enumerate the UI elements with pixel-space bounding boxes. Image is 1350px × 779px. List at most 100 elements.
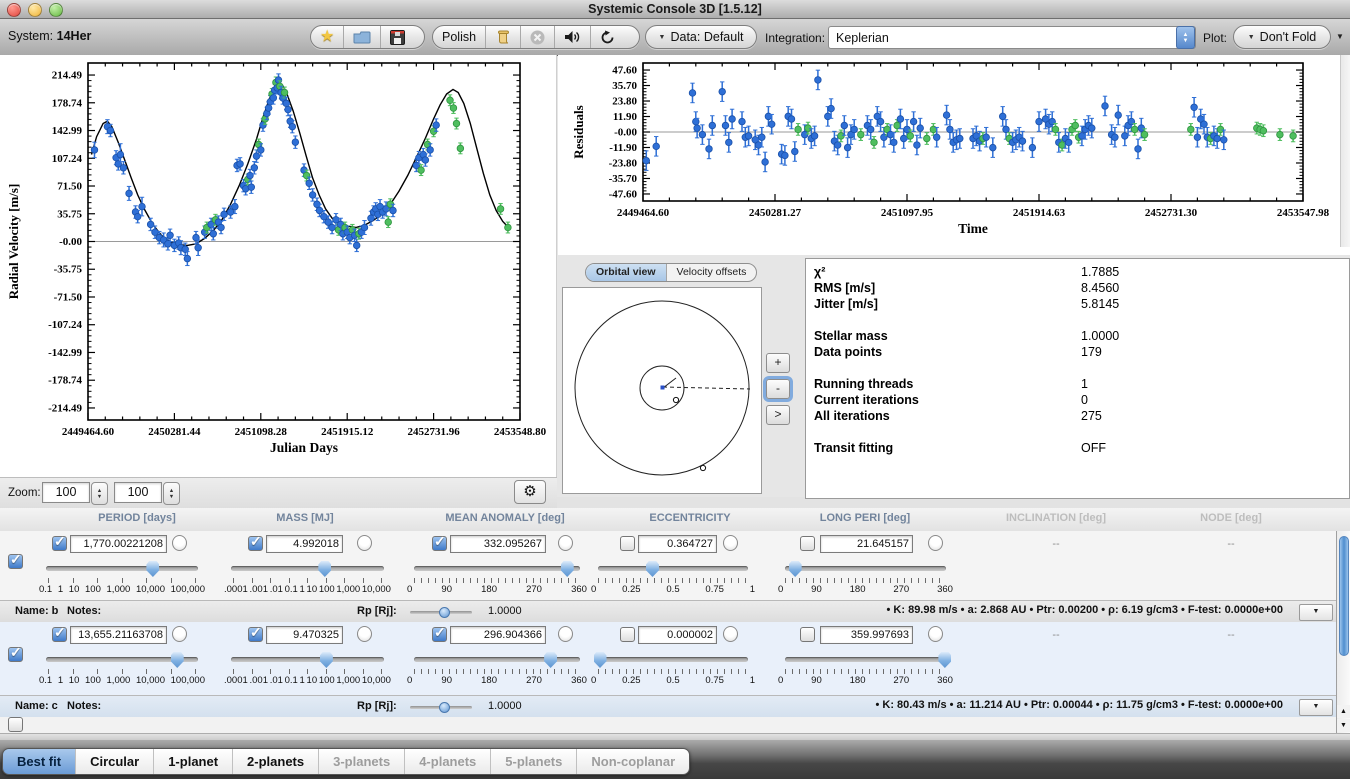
mean_anomaly-slider[interactable]: 090180270360 (414, 560, 580, 596)
slider-thumb[interactable] (561, 561, 574, 577)
mean_anomaly-slider[interactable]: 090180270360 (414, 651, 580, 687)
orbit-step-button[interactable]: > (766, 405, 790, 425)
scroll-up-button[interactable]: ▲ (1336, 705, 1350, 718)
period-minimize-radio[interactable] (172, 535, 187, 551)
mass-value-field[interactable]: 9.470325 (266, 626, 343, 644)
eccentricity-minimize-radio[interactable] (723, 535, 738, 551)
slider-thumb[interactable] (171, 652, 184, 668)
eccentricity-fit-checkbox[interactable] (620, 627, 635, 642)
period-value-field[interactable]: 1,770.00221208 (70, 535, 167, 553)
slider-thumb[interactable] (594, 652, 607, 668)
scroll-down-button[interactable]: ▼ (1336, 719, 1350, 732)
fit-tab-1-planet[interactable]: 1-planet (154, 749, 233, 774)
fit-tab-circular[interactable]: Circular (76, 749, 154, 774)
rp-slider[interactable] (410, 611, 472, 614)
save-button[interactable] (381, 26, 414, 48)
slider-thumb[interactable] (646, 561, 659, 577)
zoom-y-stepper[interactable]: ▲▼ (163, 482, 180, 505)
row-options-dropdown[interactable]: ▼ (1299, 604, 1333, 621)
eccentricity-slider[interactable]: 00.250.50.751 (598, 651, 748, 687)
long_peri-fit-checkbox[interactable] (800, 627, 815, 642)
eccentricity-slider[interactable]: 00.250.50.751 (598, 560, 748, 596)
orbit-tab-orbital-view[interactable]: Orbital view (586, 264, 667, 281)
mean_anomaly-minimize-radio[interactable] (558, 535, 573, 551)
rp-slider[interactable] (410, 706, 472, 709)
mass-slider[interactable]: .0001.001.010.11101001,00010,000 (231, 560, 384, 596)
inclination-value: -- (1036, 538, 1076, 550)
notes-label[interactable]: Notes: (67, 700, 101, 712)
eccentricity-fit-checkbox[interactable] (620, 536, 635, 551)
slider-thumb[interactable] (320, 652, 333, 668)
slider-thumb[interactable] (318, 561, 331, 577)
zoom-x-stepper[interactable]: ▲▼ (91, 482, 108, 505)
toolbar-overflow-arrow[interactable]: ▼ (1336, 32, 1344, 41)
params-scrollbar[interactable] (1336, 531, 1350, 733)
params-scrollbar-thumb[interactable] (1339, 536, 1349, 656)
slider-thumb[interactable] (938, 652, 951, 668)
stop-button[interactable] (521, 26, 555, 48)
eccentricity-value-field[interactable]: 0.000002 (638, 626, 717, 644)
zoom-x-input[interactable]: 100 (42, 482, 90, 503)
residuals-plot[interactable]: 47.6035.7023.8011.90-0.00-11.90-23.80-35… (558, 55, 1350, 255)
open-button[interactable] (344, 26, 381, 48)
orbital-view-canvas[interactable] (562, 287, 762, 494)
mean_anomaly-fit-checkbox[interactable] (432, 627, 447, 642)
long_peri-fit-checkbox[interactable] (800, 536, 815, 551)
row-options-dropdown[interactable]: ▼ (1299, 699, 1333, 716)
mass-fit-checkbox[interactable] (248, 536, 263, 551)
radial-velocity-plot[interactable]: 214.49178.74142.99107.2471.5035.75-0.00-… (0, 55, 557, 477)
mass-minimize-radio[interactable] (357, 626, 372, 642)
period-fit-checkbox[interactable] (52, 536, 67, 551)
period-fit-checkbox[interactable] (52, 627, 67, 642)
fit-tab-best-fit[interactable]: Best fit (3, 749, 76, 774)
sound-button[interactable] (555, 26, 591, 48)
planet-enable-checkbox[interactable] (8, 554, 23, 569)
mean_anomaly-minimize-radio[interactable] (558, 626, 573, 642)
integration-stepper[interactable]: ▲▼ (1176, 26, 1195, 49)
planet-enable-checkbox[interactable] (8, 717, 23, 732)
long_peri-slider[interactable]: 090180270360 (785, 560, 946, 596)
mean_anomaly-fit-checkbox[interactable] (432, 536, 447, 551)
slider-thumb[interactable] (789, 561, 802, 577)
residuals-scrollbar-track[interactable] (1340, 55, 1350, 247)
refresh-button[interactable] (591, 26, 624, 48)
fit-tab-2-planets[interactable]: 2-planets (233, 749, 319, 774)
data-dropdown[interactable]: ▼ Data: Default (645, 25, 757, 49)
mass-value-field[interactable]: 4.992018 (266, 535, 343, 553)
period-minimize-radio[interactable] (172, 626, 187, 642)
favorite-button[interactable]: ★ (311, 26, 344, 48)
close-button[interactable] (7, 3, 21, 17)
mass-slider[interactable]: .0001.001.010.11101001,00010,000 (231, 651, 384, 687)
script-button[interactable] (486, 26, 521, 48)
rp-slider-thumb[interactable] (439, 702, 450, 713)
rp-slider-thumb[interactable] (439, 607, 450, 618)
polish-button[interactable]: Polish (433, 26, 486, 48)
mass-fit-checkbox[interactable] (248, 627, 263, 642)
long_peri-value-field[interactable]: 359.997693 (820, 626, 913, 644)
mass-minimize-radio[interactable] (357, 535, 372, 551)
period-value-field[interactable]: 13,655.21163708 (70, 626, 167, 644)
long_peri-slider[interactable]: 090180270360 (785, 651, 946, 687)
period-slider[interactable]: 0.11101001,00010,000100,000 (46, 560, 198, 596)
notes-label[interactable]: Notes: (67, 605, 101, 617)
plot-fold-dropdown[interactable]: ▼ Don't Fold (1233, 25, 1331, 49)
minimize-button[interactable] (28, 3, 42, 17)
eccentricity-minimize-radio[interactable] (723, 626, 738, 642)
mean_anomaly-value-field[interactable]: 296.904366 (450, 626, 546, 644)
period-slider[interactable]: 0.11101001,00010,000100,000 (46, 651, 198, 687)
planet-enable-checkbox[interactable] (8, 647, 23, 662)
zoom-button[interactable] (49, 3, 63, 17)
plot-settings-button[interactable]: ⚙ (514, 480, 546, 504)
integration-select[interactable]: Keplerian ▲▼ (828, 26, 1196, 49)
slider-thumb[interactable] (146, 561, 159, 577)
eccentricity-value-field[interactable]: 0.364727 (638, 535, 717, 553)
long_peri-value-field[interactable]: 21.645157 (820, 535, 913, 553)
mean_anomaly-value-field[interactable]: 332.095267 (450, 535, 546, 553)
long_peri-minimize-radio[interactable] (928, 626, 943, 642)
orbit-zoom-in-button[interactable]: + (766, 353, 790, 373)
slider-thumb[interactable] (544, 652, 557, 668)
orbit-tab-velocity-offsets[interactable]: Velocity offsets (667, 264, 757, 281)
zoom-y-input[interactable]: 100 (114, 482, 162, 503)
long_peri-minimize-radio[interactable] (928, 535, 943, 551)
orbit-zoom-out-button[interactable]: - (766, 379, 790, 399)
